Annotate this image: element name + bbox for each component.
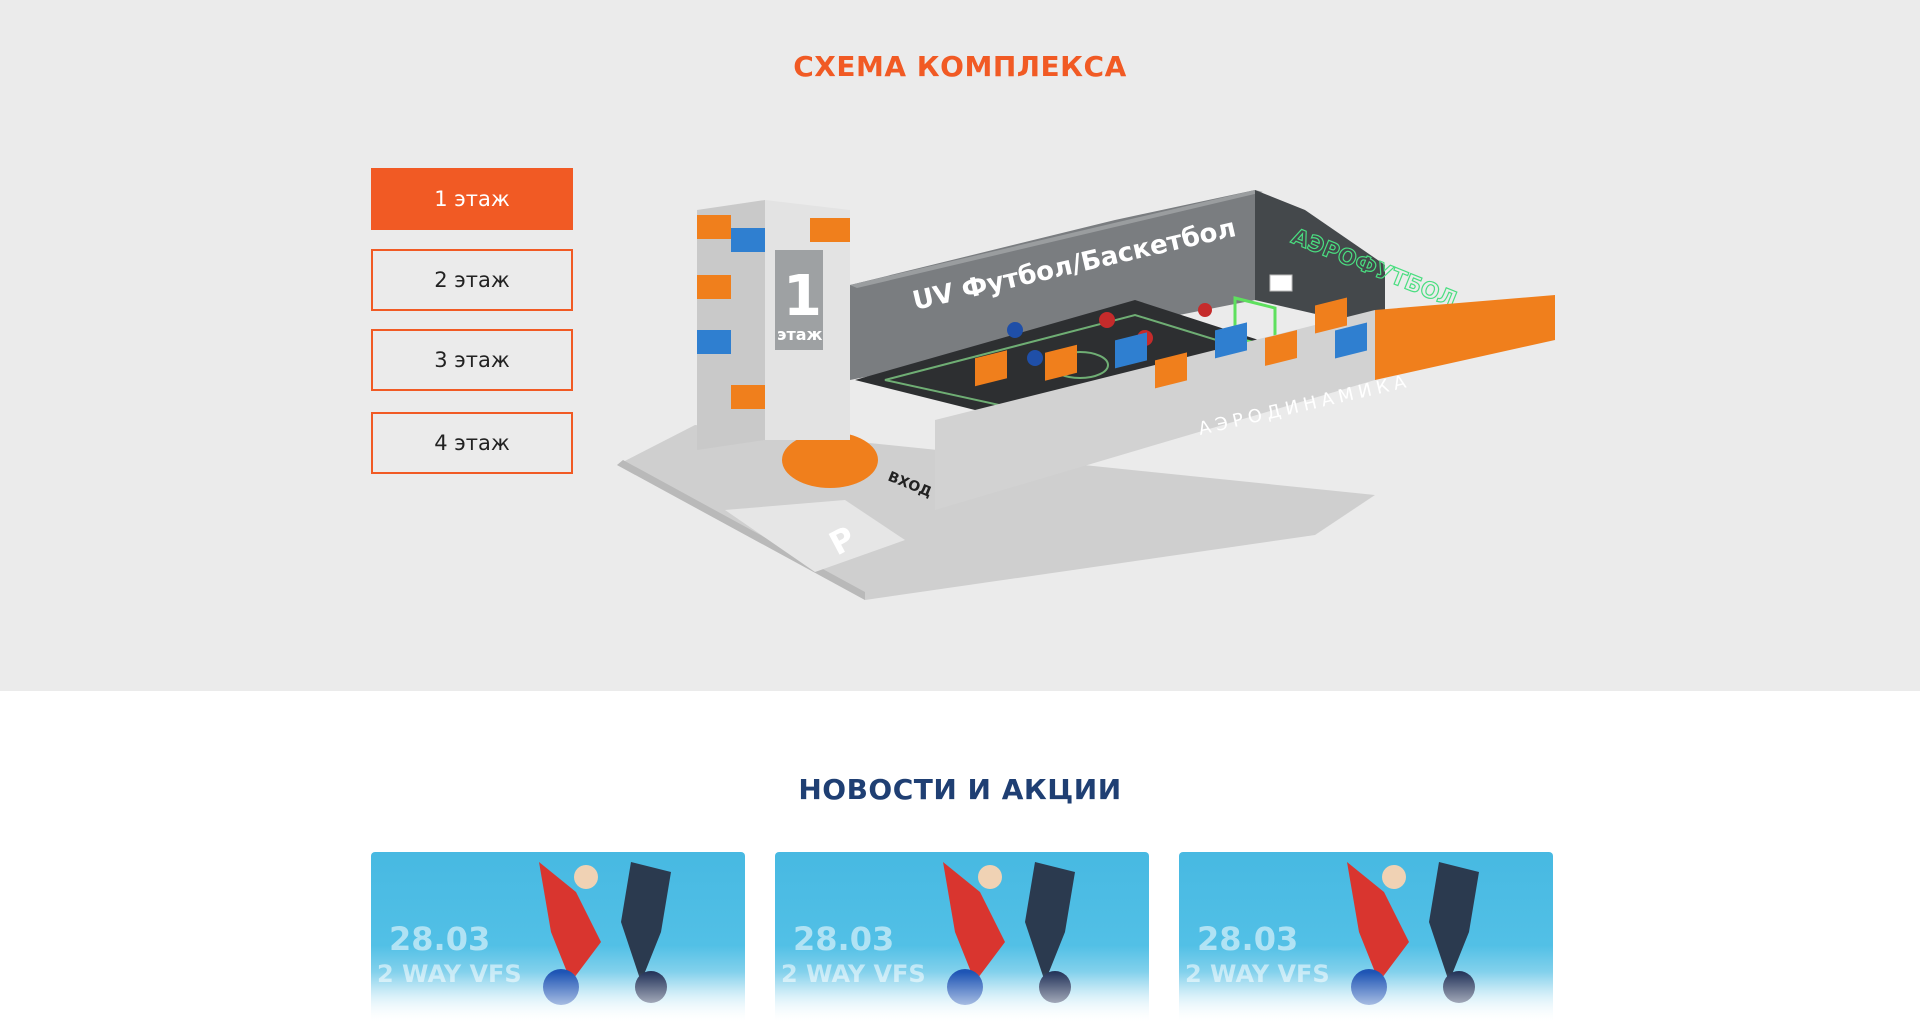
player-red-3 — [1198, 303, 1212, 317]
aerodynamics-wing — [1375, 295, 1555, 380]
floor-word: этаж — [777, 325, 823, 344]
tower-block-orange-2 — [697, 275, 731, 299]
player-blue-1 — [1007, 322, 1023, 338]
news-card-3[interactable]: 28.03 2 WAY VFS — [1179, 852, 1553, 1022]
tower-block-blue-2 — [697, 330, 731, 354]
news-card-date: 28.03 — [1197, 920, 1299, 958]
news-section: НОВОСТИ И АКЦИИ 28.03 2 WAY VFS 28.03 2 … — [0, 691, 1920, 1022]
scheme-title: СХЕМА КОМПЛЕКСА — [793, 50, 1127, 83]
player-blue-2 — [1027, 350, 1043, 366]
basketball-hoop — [1269, 274, 1293, 292]
news-card-date: 28.03 — [793, 920, 895, 958]
floor-4-button[interactable]: 4 этаж — [371, 412, 573, 474]
floor-3-button[interactable]: 3 этаж — [371, 329, 573, 391]
tower-block-orange-4 — [810, 218, 850, 242]
news-title: НОВОСТИ И АКЦИИ — [798, 773, 1122, 806]
tower-block-orange-3 — [731, 385, 765, 409]
tiger-car-icon — [782, 432, 878, 488]
scheme-section: СХЕМА КОМПЛЕКСА 1 этаж 2 этаж 3 этаж 4 э… — [0, 0, 1920, 691]
floor-number: 1 — [783, 264, 822, 329]
tower-block-orange-1 — [697, 215, 731, 239]
news-card-date: 28.03 — [389, 920, 491, 958]
news-card-2[interactable]: 28.03 2 WAY VFS — [775, 852, 1149, 1022]
floor-2-button[interactable]: 2 этаж — [371, 249, 573, 311]
floor-1-button[interactable]: 1 этаж — [371, 168, 573, 230]
news-card-1[interactable]: 28.03 2 WAY VFS — [371, 852, 745, 1022]
tower-block-blue-1 — [731, 228, 765, 252]
complex-floor-map[interactable]: P АЭРОФУТБОЛ UV Футбол/Баскетбол АЭРОДИН… — [615, 180, 1560, 600]
player-red-1 — [1099, 312, 1115, 328]
card-fade — [1179, 972, 1553, 1022]
card-fade — [371, 972, 745, 1022]
card-fade — [775, 972, 1149, 1022]
